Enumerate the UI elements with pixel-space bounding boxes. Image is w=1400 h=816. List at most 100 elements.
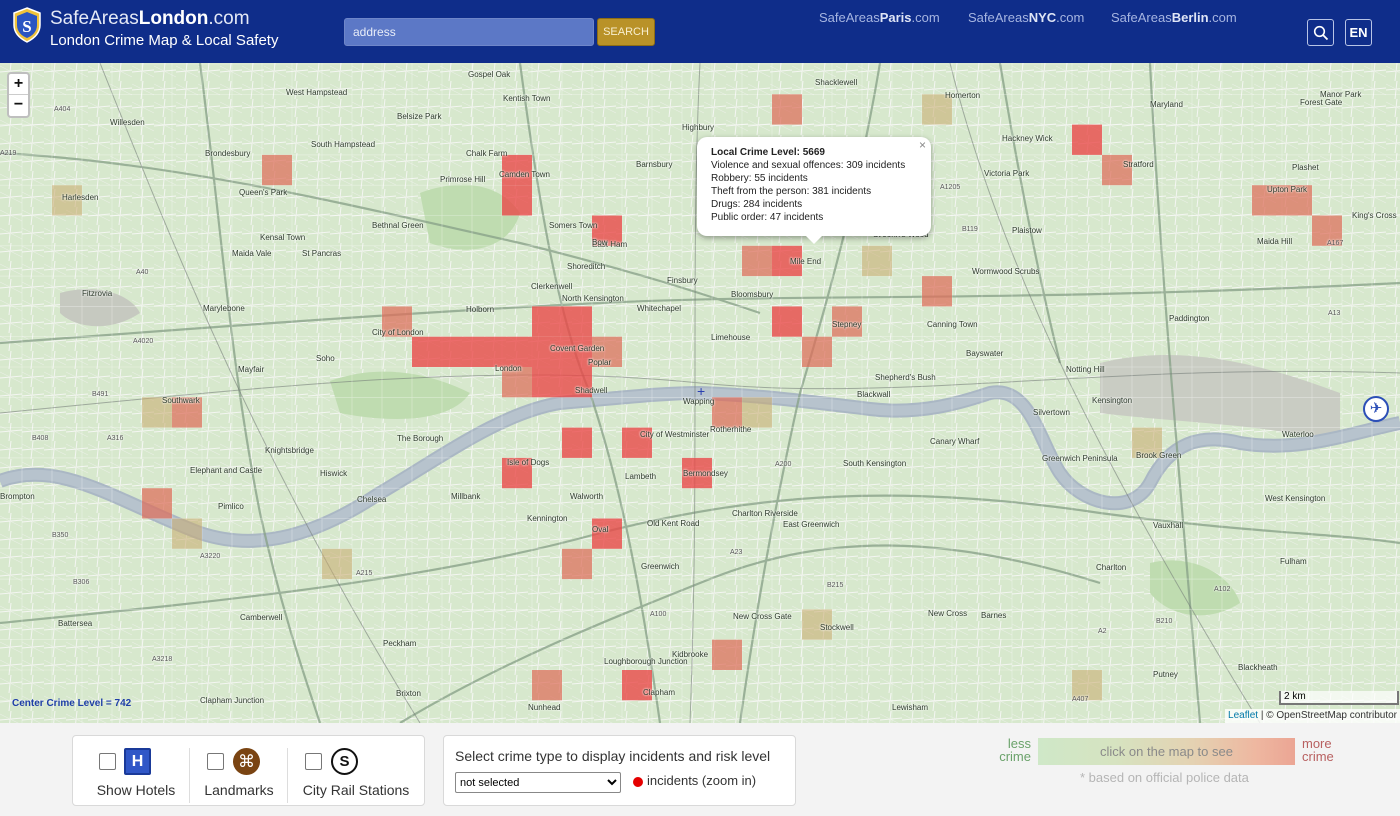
- map-place-label: Canary Wharf: [930, 437, 980, 446]
- toggle-landmarks[interactable]: ⌘ Landmarks: [190, 736, 288, 806]
- toggle-rail-stations[interactable]: S City Rail Stations: [288, 736, 426, 806]
- map-place-label: Charlton: [1096, 563, 1127, 572]
- crime-cell[interactable]: [262, 154, 292, 186]
- map-place-label: Kensal Town: [260, 233, 306, 242]
- center-crime-level: Center Crime Level = 742: [12, 698, 132, 709]
- crime-cell[interactable]: [532, 367, 562, 398]
- sister-city: Paris: [879, 10, 912, 25]
- map-place-label: Stockwell: [820, 623, 854, 632]
- crime-cell[interactable]: [502, 185, 532, 216]
- map-place-label: Kentish Town: [503, 94, 551, 103]
- crime-cell[interactable]: [772, 306, 802, 337]
- address-search-input[interactable]: [344, 18, 594, 46]
- brand-link[interactable]: SafeAreasLondon.com: [50, 8, 250, 30]
- map-place-label: Bloomsbury: [731, 290, 774, 299]
- crime-popup: × Local Crime Level: 5669 Violence and s…: [697, 137, 931, 244]
- sister-site-berlin-link[interactable]: SafeAreasBerlin.com: [1111, 10, 1237, 25]
- sister-site-nyc-link[interactable]: SafeAreasNYC.com: [968, 10, 1084, 25]
- sister-site-paris-link[interactable]: SafeAreasParis.com: [819, 10, 940, 25]
- crime-cell[interactable]: [142, 488, 172, 519]
- map-place-label: Kensington: [1092, 396, 1133, 405]
- sister-prefix: SafeAreas: [819, 10, 880, 25]
- map-place-label: Brompton: [0, 492, 35, 501]
- crime-cell[interactable]: [742, 245, 772, 277]
- zoom-in-button[interactable]: +: [9, 74, 28, 95]
- map-place-label: Fitzrovia: [82, 289, 113, 298]
- landmarks-label: Landmarks: [204, 782, 274, 798]
- crime-cell[interactable]: [922, 276, 952, 307]
- crime-map[interactable]: Gospel Oak Kentish Town Shacklewell Homerto…: [0, 63, 1400, 723]
- map-place-label: Charlton Riverside: [732, 509, 798, 518]
- crime-cell[interactable]: [772, 94, 802, 125]
- crime-cell[interactable]: [412, 336, 442, 367]
- crosshair-icon: +: [697, 383, 706, 399]
- crime-cell[interactable]: [532, 306, 562, 337]
- crime-cell[interactable]: [562, 306, 592, 337]
- zoom-out-button[interactable]: −: [9, 95, 28, 116]
- brand-city: London: [138, 8, 209, 29]
- crime-cell[interactable]: [562, 548, 592, 580]
- map-place-label: Poplar: [588, 358, 612, 367]
- language-button[interactable]: EN: [1345, 19, 1372, 46]
- map-place-label: Blackheath: [1238, 663, 1278, 672]
- map-place-label: A1205: [940, 184, 961, 191]
- crime-cell[interactable]: [532, 670, 562, 701]
- map-place-label: Waterloo: [1282, 430, 1314, 439]
- map-place-label: New Cross Gate: [733, 612, 792, 621]
- crime-cell[interactable]: [862, 245, 892, 277]
- shield-logo-icon[interactable]: S: [12, 7, 42, 43]
- crime-cell[interactable]: [172, 518, 202, 549]
- zoom-control: + −: [7, 72, 30, 118]
- map-place-label: Clerkenwell: [531, 282, 573, 291]
- map-place-label: A102: [1214, 586, 1231, 593]
- popup-close-button[interactable]: ×: [919, 139, 926, 152]
- crime-cell[interactable]: [712, 639, 742, 670]
- map-place-label: Homerton: [945, 91, 981, 100]
- map-place-label: West Hampstead: [286, 88, 348, 97]
- map-place-label: Plashet: [1292, 163, 1319, 172]
- map-place-label: Queen's Park: [239, 188, 288, 197]
- osm-attribution: | © OpenStreetMap contributor: [1258, 710, 1397, 721]
- crime-cell[interactable]: [472, 336, 502, 367]
- crime-cell[interactable]: [502, 336, 532, 367]
- map-place-label: B350: [52, 532, 69, 539]
- airport-plane-icon[interactable]: ✈: [1363, 396, 1389, 422]
- map-place-label: Camberwell: [240, 613, 283, 622]
- crime-cell[interactable]: [322, 548, 352, 580]
- map-place-label: Brixton: [396, 689, 421, 698]
- map-place-label: Holborn: [466, 305, 495, 314]
- crime-cell[interactable]: [562, 427, 592, 458]
- map-place-label: St Pancras: [302, 249, 342, 258]
- hotels-checkbox[interactable]: [99, 753, 116, 770]
- rail-stations-checkbox[interactable]: [305, 753, 322, 770]
- crime-cell[interactable]: [802, 336, 832, 367]
- map-place-label: Barnes: [981, 611, 1007, 620]
- map-place-label: London: [495, 364, 522, 373]
- leaflet-link[interactable]: Leaflet: [1228, 710, 1258, 721]
- crime-cell[interactable]: [1072, 124, 1102, 155]
- map-place-label: Kennington: [527, 514, 568, 523]
- map-place-label: Soho: [316, 354, 335, 363]
- sister-city: Berlin: [1171, 10, 1209, 25]
- search-toggle-button[interactable]: [1307, 19, 1334, 46]
- crime-type-panel: Select crime type to display incidents a…: [443, 735, 796, 806]
- map-place-label: Bayswater: [966, 349, 1004, 358]
- map-place-label: Old Kent Road: [647, 519, 700, 528]
- map-place-label: Paddington: [1169, 314, 1210, 323]
- crime-cell[interactable]: [712, 397, 742, 428]
- map-place-label: Vauxhall: [1153, 521, 1184, 530]
- search-button[interactable]: SEARCH: [597, 18, 655, 46]
- crime-cell[interactable]: [742, 397, 772, 428]
- map-place-label: Brondesbury: [205, 149, 251, 158]
- map-place-label: Shoreditch: [567, 262, 606, 271]
- map-place-label: Forest Gate: [1300, 98, 1343, 107]
- map-place-label: B408: [32, 435, 49, 442]
- sister-suffix: .com: [911, 10, 940, 25]
- landmarks-checkbox[interactable]: [207, 753, 224, 770]
- toggle-hotels[interactable]: H Show Hotels: [73, 736, 191, 806]
- crime-type-select[interactable]: not selected: [455, 772, 621, 793]
- rail-station-icon: S: [331, 748, 358, 775]
- map-place-label: Blackwall: [857, 390, 891, 399]
- crime-cell[interactable]: [442, 336, 472, 367]
- map-place-label: North Kensington: [562, 294, 624, 303]
